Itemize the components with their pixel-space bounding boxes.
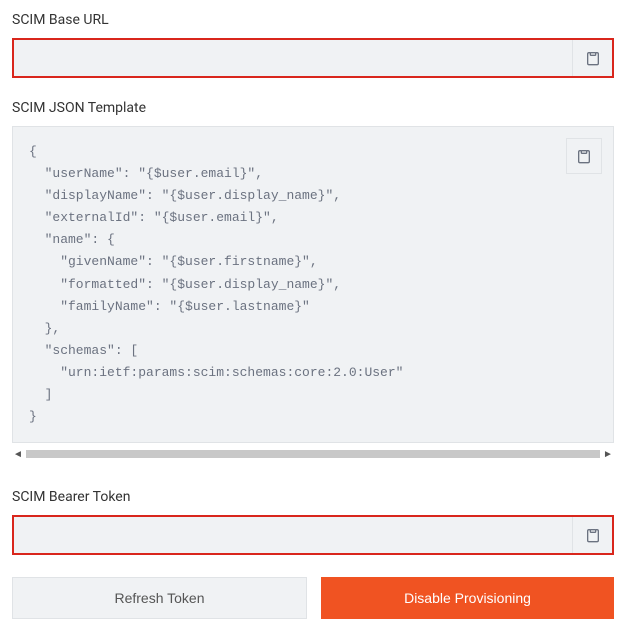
horizontal-scrollbar[interactable]: ◄ ► (12, 447, 614, 461)
scim-bearer-token-group (12, 515, 614, 555)
scroll-left-arrow-icon[interactable]: ◄ (12, 449, 24, 460)
scrollbar-thumb[interactable] (26, 450, 600, 458)
clipboard-icon (585, 50, 601, 66)
action-button-row: Refresh Token Disable Provisioning (12, 577, 614, 619)
scim-bearer-token-label: SCIM Bearer Token (12, 489, 614, 505)
scim-bearer-token-input[interactable] (14, 517, 572, 553)
copy-bearer-token-button[interactable] (572, 517, 612, 553)
copy-base-url-button[interactable] (572, 40, 612, 76)
refresh-token-button[interactable]: Refresh Token (12, 577, 307, 619)
scroll-right-arrow-icon[interactable]: ► (602, 449, 614, 460)
scim-base-url-group (12, 38, 614, 78)
scim-json-template-code[interactable]: { "userName": "{$user.email}", "displayN… (12, 126, 614, 443)
scim-json-template-label: SCIM JSON Template (12, 100, 614, 116)
scim-json-template-wrapper: { "userName": "{$user.email}", "displayN… (12, 126, 614, 461)
scim-base-url-input[interactable] (14, 40, 572, 76)
copy-json-template-button[interactable] (566, 138, 602, 174)
clipboard-icon (576, 148, 592, 164)
clipboard-icon (585, 527, 601, 543)
disable-provisioning-button[interactable]: Disable Provisioning (321, 577, 614, 619)
scim-base-url-label: SCIM Base URL (12, 12, 614, 28)
